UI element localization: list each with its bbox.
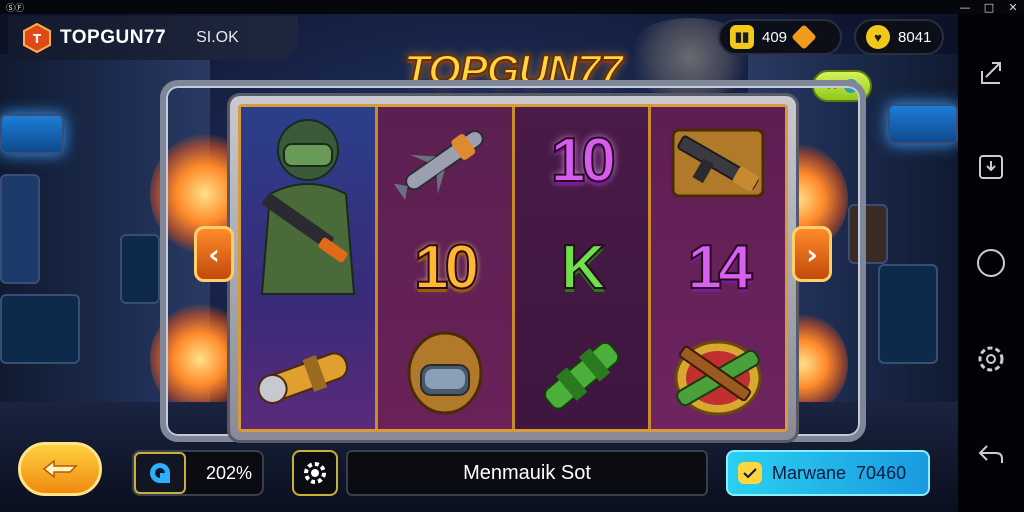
- svg-text:T: T: [33, 32, 42, 46]
- back-button[interactable]: [18, 442, 102, 496]
- download-icon[interactable]: [973, 149, 1009, 185]
- brand-subtitle: SI.OK: [196, 29, 239, 46]
- coins-value: 409: [762, 28, 788, 46]
- back-nav-icon[interactable]: [973, 436, 1009, 472]
- ten-purple-symbol: 10: [550, 125, 617, 196]
- screen-panel: [0, 174, 40, 284]
- reel-frame: 10 10 K 14: [230, 96, 796, 440]
- gems-value: 8041: [898, 28, 932, 46]
- console-panel: [878, 264, 938, 364]
- minimize-icon[interactable]: —: [958, 0, 972, 14]
- heart-gem-icon: ♥: [866, 25, 890, 49]
- gun-shield-symbol: [651, 322, 785, 429]
- missile-symbol: [378, 107, 512, 214]
- coins-counter[interactable]: ▮▮ 409: [718, 19, 842, 55]
- settings-button[interactable]: [292, 450, 338, 496]
- logo-icon: T: [22, 23, 52, 53]
- diamond-icon: [791, 24, 817, 50]
- k-symbol: K: [560, 232, 607, 303]
- gems-counter[interactable]: ♥ 8041: [854, 19, 944, 55]
- status-bar: ⓈⒻ — □ ✕: [0, 0, 1024, 14]
- spin-label-field[interactable]: Menmauik Sot: [346, 450, 708, 496]
- bet-percent-box[interactable]: 202%: [132, 450, 264, 496]
- bet-percent-value: 202%: [206, 462, 253, 483]
- console-panel: [0, 294, 80, 364]
- helmet-soldier-symbol: [378, 322, 512, 429]
- next-arrow-button[interactable]: ›: [792, 226, 832, 282]
- reel-2: 10: [377, 107, 515, 429]
- ten-gold-symbol: 10: [413, 232, 480, 303]
- system-nav-bar: [958, 14, 1024, 512]
- back-arrow-icon: [42, 459, 78, 479]
- bet-icon: [134, 452, 186, 494]
- prev-arrow-button[interactable]: ‹: [194, 226, 234, 282]
- gear-icon: [304, 462, 326, 484]
- win-button[interactable]: Marwane 70460: [726, 450, 930, 496]
- window-icon[interactable]: □: [982, 0, 996, 14]
- win-label: Marwane: [772, 462, 847, 483]
- rocket-symbol: [241, 322, 375, 429]
- console-panel: [120, 234, 160, 304]
- settings-gear-icon[interactable]: [973, 341, 1009, 377]
- green-bazooka-symbol: [515, 322, 649, 429]
- reel-3: 10 K: [514, 107, 652, 429]
- home-icon[interactable]: [973, 245, 1009, 281]
- fourteen-symbol: 14: [687, 232, 754, 303]
- status-icons: ⓈⒻ: [6, 4, 25, 14]
- win-value: 70460: [856, 462, 907, 483]
- close-icon[interactable]: ✕: [1006, 0, 1020, 14]
- share-icon[interactable]: [973, 54, 1009, 90]
- reel-1: [241, 107, 378, 429]
- ticket-icon: [738, 462, 762, 484]
- game-screen: ⓈⒻ — □ ✕ T TOPGUN77 SI.OK ▮▮ 409 ♥ 8041 …: [0, 0, 1024, 512]
- coins-icon: ▮▮: [730, 25, 754, 49]
- reel-4: 14: [651, 107, 785, 429]
- brand-name: TOPGUN77: [60, 27, 167, 48]
- soldier-symbol: [241, 107, 375, 322]
- brand-header: T TOPGUN77 SI.OK: [8, 16, 298, 60]
- light-panel: [888, 104, 958, 144]
- rifle-crate-symbol: [651, 107, 785, 214]
- light-panel: [0, 114, 64, 154]
